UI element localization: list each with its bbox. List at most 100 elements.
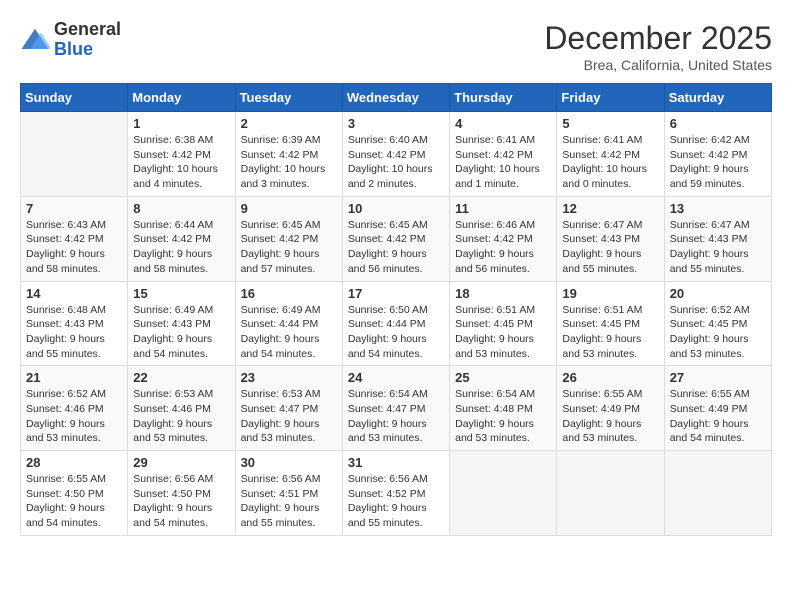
calendar-cell: 23 Sunrise: 6:53 AM Sunset: 4:47 PM Dayli… [235, 366, 342, 451]
day-info: Sunrise: 6:43 AM Sunset: 4:42 PM Dayligh… [26, 218, 122, 277]
day-info: Sunrise: 6:55 AM Sunset: 4:49 PM Dayligh… [562, 387, 658, 446]
day-number: 30 [241, 455, 337, 470]
calendar-header-row: SundayMondayTuesdayWednesdayThursdayFrid… [21, 84, 772, 112]
day-info: Sunrise: 6:55 AM Sunset: 4:49 PM Dayligh… [670, 387, 766, 446]
calendar-week-row: 28Sunrise: 6:55 AM Sunset: 4:50 PM Dayli… [21, 451, 772, 536]
calendar-week-row: 21 Sunrise: 6:52 AM Sunset: 4:46 PM Dayli… [21, 366, 772, 451]
calendar-cell [21, 112, 128, 197]
calendar-cell: 1 Sunrise: 6:38 AM Sunset: 4:42 PM Daylig… [128, 112, 235, 197]
day-info: Sunrise: 6:56 AM Sunset: 4:52 PM Dayligh… [348, 472, 444, 531]
calendar-cell [664, 451, 771, 536]
day-number: 23 [241, 370, 337, 385]
day-number: 2 [241, 116, 337, 131]
day-header: Sunday [21, 84, 128, 112]
calendar-cell: 11 Sunrise: 6:46 AM Sunset: 4:42 PM Dayli… [450, 196, 557, 281]
day-number: 10 [348, 201, 444, 216]
day-info: Sunrise: 6:52 AM Sunset: 4:45 PM Dayligh… [670, 303, 766, 362]
calendar-cell: 13Sunrise: 6:47 AM Sunset: 4:43 PM Dayli… [664, 196, 771, 281]
logo-blue-text: Blue [54, 40, 121, 60]
calendar-cell: 17 Sunrise: 6:50 AM Sunset: 4:44 PM Dayli… [342, 281, 449, 366]
calendar-table: SundayMondayTuesdayWednesdayThursdayFrid… [20, 83, 772, 536]
calendar-cell: 29 Sunrise: 6:56 AM Sunset: 4:50 PM Dayli… [128, 451, 235, 536]
day-number: 31 [348, 455, 444, 470]
logo-general-text: General [54, 20, 121, 40]
calendar-cell: 8Sunrise: 6:44 AM Sunset: 4:42 PM Daylig… [128, 196, 235, 281]
day-number: 4 [455, 116, 551, 131]
day-info: Sunrise: 6:45 AM Sunset: 4:42 PM Dayligh… [241, 218, 337, 277]
calendar-cell: 18 Sunrise: 6:51 AM Sunset: 4:45 PM Dayli… [450, 281, 557, 366]
day-number: 17 [348, 286, 444, 301]
calendar-cell: 19Sunrise: 6:51 AM Sunset: 4:45 PM Dayli… [557, 281, 664, 366]
day-number: 16 [241, 286, 337, 301]
day-info: Sunrise: 6:50 AM Sunset: 4:44 PM Dayligh… [348, 303, 444, 362]
day-number: 27 [670, 370, 766, 385]
day-info: Sunrise: 6:39 AM Sunset: 4:42 PM Dayligh… [241, 133, 337, 192]
calendar-cell: 7 Sunrise: 6:43 AM Sunset: 4:42 PM Daylig… [21, 196, 128, 281]
day-number: 5 [562, 116, 658, 131]
day-number: 3 [348, 116, 444, 131]
day-header: Wednesday [342, 84, 449, 112]
day-info: Sunrise: 6:54 AM Sunset: 4:48 PM Dayligh… [455, 387, 551, 446]
day-number: 29 [133, 455, 229, 470]
calendar-cell: 27 Sunrise: 6:55 AM Sunset: 4:49 PM Dayli… [664, 366, 771, 451]
day-info: Sunrise: 6:41 AM Sunset: 4:42 PM Dayligh… [562, 133, 658, 192]
calendar-cell: 20 Sunrise: 6:52 AM Sunset: 4:45 PM Dayli… [664, 281, 771, 366]
day-number: 15 [133, 286, 229, 301]
day-number: 20 [670, 286, 766, 301]
day-number: 7 [26, 201, 122, 216]
calendar-cell: 30Sunrise: 6:56 AM Sunset: 4:51 PM Dayli… [235, 451, 342, 536]
calendar-cell: 26 Sunrise: 6:55 AM Sunset: 4:49 PM Dayli… [557, 366, 664, 451]
day-info: Sunrise: 6:49 AM Sunset: 4:44 PM Dayligh… [241, 303, 337, 362]
day-number: 21 [26, 370, 122, 385]
day-info: Sunrise: 6:47 AM Sunset: 4:43 PM Dayligh… [670, 218, 766, 277]
day-info: Sunrise: 6:51 AM Sunset: 4:45 PM Dayligh… [455, 303, 551, 362]
logo: General Blue [20, 20, 121, 60]
calendar-cell: 21 Sunrise: 6:52 AM Sunset: 4:46 PM Dayli… [21, 366, 128, 451]
day-number: 24 [348, 370, 444, 385]
calendar-cell: 16 Sunrise: 6:49 AM Sunset: 4:44 PM Dayli… [235, 281, 342, 366]
day-number: 14 [26, 286, 122, 301]
calendar-week-row: 7 Sunrise: 6:43 AM Sunset: 4:42 PM Daylig… [21, 196, 772, 281]
calendar-cell: 9 Sunrise: 6:45 AM Sunset: 4:42 PM Daylig… [235, 196, 342, 281]
calendar-cell [557, 451, 664, 536]
calendar-cell: 22Sunrise: 6:53 AM Sunset: 4:46 PM Dayli… [128, 366, 235, 451]
day-info: Sunrise: 6:38 AM Sunset: 4:42 PM Dayligh… [133, 133, 229, 192]
calendar-cell: 6Sunrise: 6:42 AM Sunset: 4:42 PM Daylig… [664, 112, 771, 197]
day-info: Sunrise: 6:56 AM Sunset: 4:50 PM Dayligh… [133, 472, 229, 531]
day-info: Sunrise: 6:54 AM Sunset: 4:47 PM Dayligh… [348, 387, 444, 446]
day-info: Sunrise: 6:53 AM Sunset: 4:46 PM Dayligh… [133, 387, 229, 446]
calendar-cell: 4Sunrise: 6:41 AM Sunset: 4:42 PM Daylig… [450, 112, 557, 197]
day-info: Sunrise: 6:46 AM Sunset: 4:42 PM Dayligh… [455, 218, 551, 277]
day-number: 1 [133, 116, 229, 131]
location-text: Brea, California, United States [544, 57, 772, 73]
day-number: 11 [455, 201, 551, 216]
day-info: Sunrise: 6:52 AM Sunset: 4:46 PM Dayligh… [26, 387, 122, 446]
day-header: Friday [557, 84, 664, 112]
title-block: December 2025 Brea, California, United S… [544, 20, 772, 73]
calendar-cell [450, 451, 557, 536]
logo-icon [20, 25, 50, 55]
day-number: 19 [562, 286, 658, 301]
day-info: Sunrise: 6:42 AM Sunset: 4:42 PM Dayligh… [670, 133, 766, 192]
day-number: 8 [133, 201, 229, 216]
calendar-cell: 5 Sunrise: 6:41 AM Sunset: 4:42 PM Daylig… [557, 112, 664, 197]
day-info: Sunrise: 6:53 AM Sunset: 4:47 PM Dayligh… [241, 387, 337, 446]
calendar-cell: 24 Sunrise: 6:54 AM Sunset: 4:47 PM Dayli… [342, 366, 449, 451]
day-info: Sunrise: 6:49 AM Sunset: 4:43 PM Dayligh… [133, 303, 229, 362]
day-number: 26 [562, 370, 658, 385]
month-title: December 2025 [544, 20, 772, 57]
day-number: 9 [241, 201, 337, 216]
page-header: General Blue December 2025 Brea, Califor… [20, 20, 772, 73]
day-header: Tuesday [235, 84, 342, 112]
day-header: Thursday [450, 84, 557, 112]
calendar-cell: 14Sunrise: 6:48 AM Sunset: 4:43 PM Dayli… [21, 281, 128, 366]
day-header: Monday [128, 84, 235, 112]
day-number: 12 [562, 201, 658, 216]
day-number: 28 [26, 455, 122, 470]
calendar-week-row: 1 Sunrise: 6:38 AM Sunset: 4:42 PM Daylig… [21, 112, 772, 197]
day-number: 18 [455, 286, 551, 301]
calendar-cell: 25Sunrise: 6:54 AM Sunset: 4:48 PM Dayli… [450, 366, 557, 451]
calendar-cell: 31 Sunrise: 6:56 AM Sunset: 4:52 PM Dayli… [342, 451, 449, 536]
day-info: Sunrise: 6:45 AM Sunset: 4:42 PM Dayligh… [348, 218, 444, 277]
calendar-cell: 12Sunrise: 6:47 AM Sunset: 4:43 PM Dayli… [557, 196, 664, 281]
